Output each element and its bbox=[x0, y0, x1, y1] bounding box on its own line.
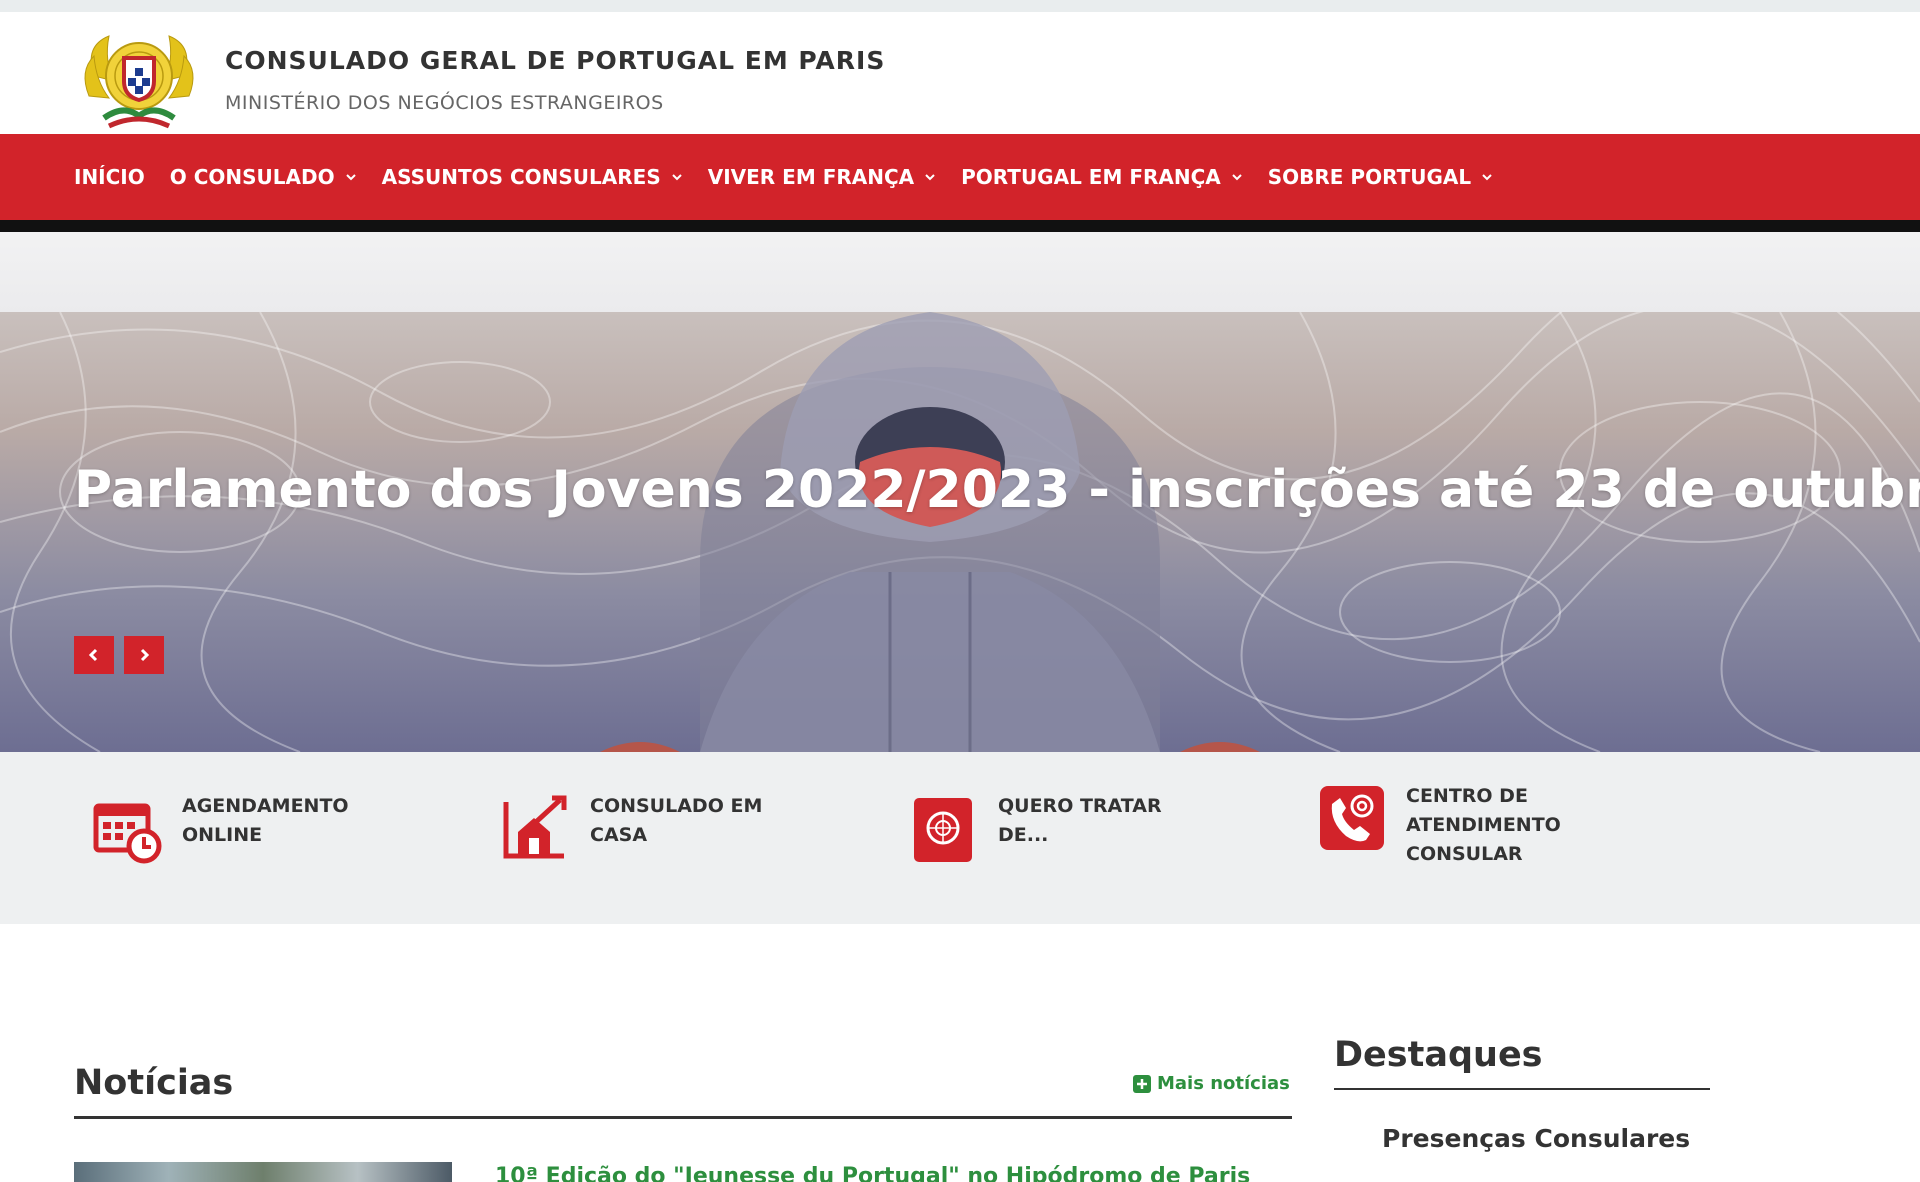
chevron-left-icon bbox=[88, 648, 98, 662]
hero-title[interactable]: Parlamento dos Jovens 2022/2023 - inscri… bbox=[74, 460, 1920, 520]
nav-item-label: O CONSULADO bbox=[169, 165, 335, 189]
nav-item-label: VIVER EM FRANÇA bbox=[707, 165, 915, 189]
quick-link-label: CENTRO DE ATENDIMENTO CONSULAR bbox=[1406, 785, 1561, 865]
house-chart-icon bbox=[503, 795, 567, 859]
more-news-label: Mais notícias bbox=[1157, 1073, 1290, 1094]
chevron-down-icon bbox=[1232, 174, 1242, 181]
hero-slider[interactable]: Parlamento dos Jovens 2022/2023 - inscri… bbox=[0, 232, 1920, 752]
news-divider bbox=[74, 1116, 1292, 1119]
more-news-link[interactable]: Mais notícias bbox=[1133, 1073, 1290, 1094]
highlights-title: Destaques bbox=[1334, 1035, 1543, 1075]
main-nav: INÍCIO O CONSULADO ASSUNTOS CONSULARES V… bbox=[0, 134, 1920, 220]
nav-item-label: SOBRE PORTUGAL bbox=[1267, 165, 1472, 189]
slider-prev-button[interactable] bbox=[74, 636, 114, 674]
nav-item-assuntos-consulares[interactable]: ASSUNTOS CONSULARES bbox=[382, 165, 683, 189]
quick-link-agendamento[interactable]: AGENDAMENTO ONLINE bbox=[92, 792, 362, 864]
quick-link-label: AGENDAMENTO ONLINE bbox=[182, 795, 349, 846]
highlights-divider bbox=[1334, 1088, 1710, 1090]
phone-at-icon bbox=[1320, 786, 1384, 850]
news-section-title: Notícias bbox=[74, 1063, 234, 1103]
site-header: CONSULADO GERAL DE PORTUGAL EM PARIS MIN… bbox=[0, 12, 1920, 134]
quick-link-label: CONSULADO EM CASA bbox=[590, 795, 763, 846]
site-subtitle: MINISTÉRIO DOS NEGÓCIOS ESTRANGEIROS bbox=[225, 92, 664, 114]
quick-link-consulado-em-casa[interactable]: CONSULADO EM CASA bbox=[500, 792, 770, 864]
passport-icon bbox=[914, 798, 972, 862]
quick-link-centro-atendimento[interactable]: CENTRO DE ATENDIMENTO CONSULAR bbox=[1316, 782, 1586, 869]
quick-link-quero-tratar-de[interactable]: QUERO TRATAR DE... bbox=[908, 792, 1178, 864]
nav-item-o-consulado[interactable]: O CONSULADO bbox=[170, 165, 357, 189]
chevron-down-icon bbox=[1482, 174, 1492, 181]
chevron-down-icon bbox=[925, 174, 935, 181]
site-title[interactable]: CONSULADO GERAL DE PORTUGAL EM PARIS bbox=[225, 46, 885, 75]
news-headline-link[interactable]: 10ª Edição do "Jeunesse du Portugal" no … bbox=[495, 1164, 1250, 1182]
hero-background-illustration bbox=[0, 312, 1920, 752]
nav-bottom-border bbox=[0, 220, 1920, 232]
nav-item-portugal-em-franca[interactable]: PORTUGAL EM FRANÇA bbox=[961, 165, 1243, 189]
portugal-coat-of-arms-icon[interactable] bbox=[74, 26, 204, 132]
nav-item-label: PORTUGAL EM FRANÇA bbox=[961, 165, 1221, 189]
nav-item-viver-em-franca[interactable]: VIVER EM FRANÇA bbox=[708, 165, 936, 189]
nav-item-label: INÍCIO bbox=[74, 165, 145, 189]
chevron-right-icon bbox=[140, 648, 150, 662]
news-thumbnail[interactable] bbox=[74, 1162, 452, 1182]
top-strip bbox=[0, 0, 1920, 12]
highlight-item-presencas-consulares[interactable]: Presenças Consulares bbox=[1382, 1124, 1690, 1153]
chevron-down-icon bbox=[345, 174, 356, 181]
nav-item-inicio[interactable]: INÍCIO bbox=[74, 165, 145, 189]
slider-next-button[interactable] bbox=[124, 636, 164, 674]
calendar-clock-icon bbox=[93, 803, 162, 864]
nav-list: INÍCIO O CONSULADO ASSUNTOS CONSULARES V… bbox=[74, 134, 1518, 220]
nav-item-label: ASSUNTOS CONSULARES bbox=[381, 165, 661, 189]
chevron-down-icon bbox=[672, 174, 682, 181]
plus-square-icon bbox=[1133, 1074, 1151, 1093]
nav-item-sobre-portugal[interactable]: SOBRE PORTUGAL bbox=[1268, 165, 1493, 189]
quick-link-label: QUERO TRATAR DE... bbox=[998, 795, 1162, 846]
quick-links-bar: AGENDAMENTO ONLINE CONSULADO EM CASA QUE… bbox=[0, 752, 1920, 924]
